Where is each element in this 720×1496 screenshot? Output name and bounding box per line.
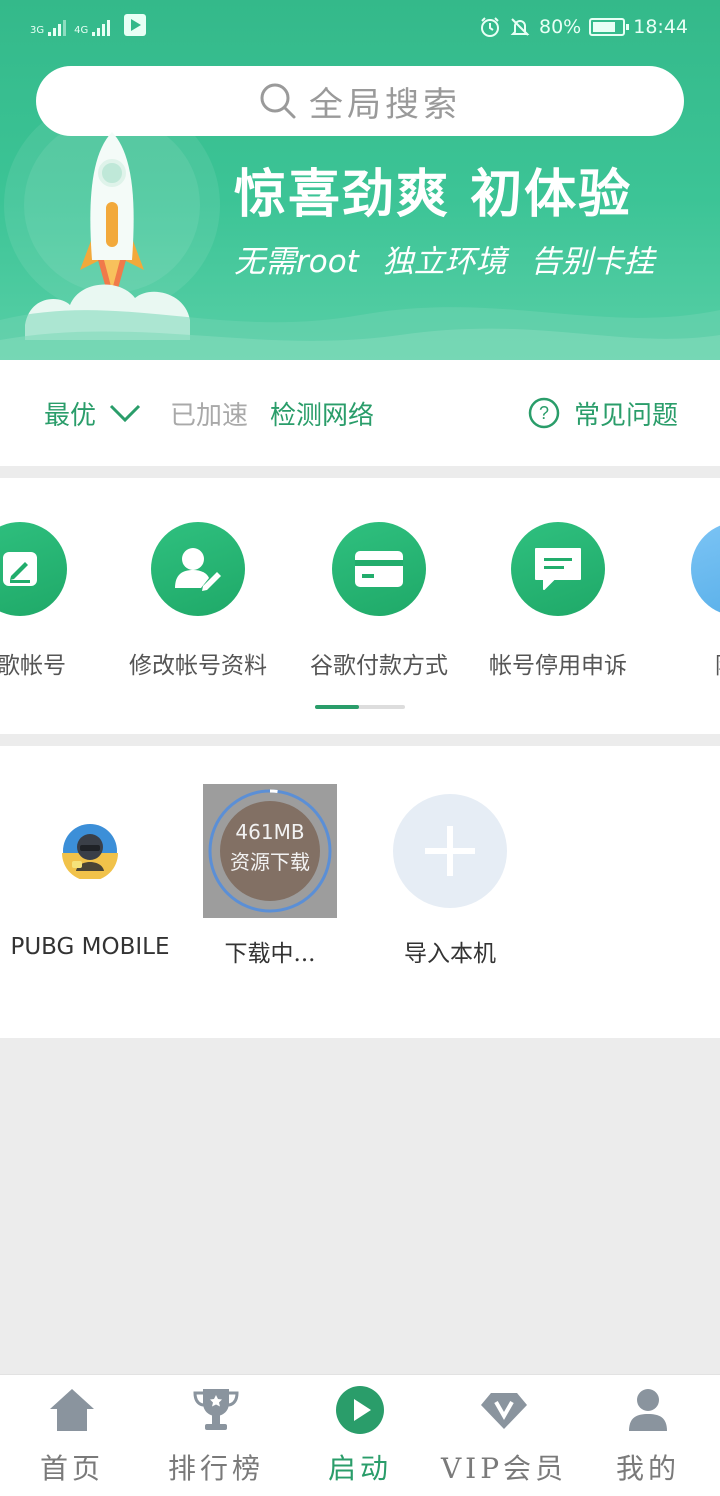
nav-mine[interactable]: 我的 (576, 1375, 720, 1496)
clock: 18:44 (633, 16, 688, 38)
app-label: 下载中... (224, 941, 316, 967)
tool-edit-profile[interactable]: 修改帐号资料 (108, 522, 288, 680)
tool-icon-bg (151, 522, 245, 616)
route-selector[interactable]: 最优 (44, 360, 142, 466)
tool-label: 帐号停用申诉 (489, 653, 627, 679)
download-size: 461MB (235, 820, 305, 844)
user-edit-icon (175, 548, 221, 591)
signal-icon: 3G (30, 20, 67, 36)
tool-label: 隐藏 (715, 646, 720, 680)
message-icon (535, 548, 581, 590)
accel-status: 已加速 (170, 400, 249, 431)
apps-grid: PUBG MOBILE 461MB 资源下载 下载中... 导入本机 (0, 746, 720, 1038)
nav-label: 首页 (39, 1452, 104, 1485)
svg-text:?: ? (539, 403, 549, 423)
nav-label: VIP会员 (440, 1452, 568, 1485)
plus-icon (425, 826, 475, 876)
battery-icon (589, 18, 630, 36)
nav-ranking[interactable]: 排行榜 (144, 1375, 288, 1496)
wave-decoration (0, 307, 720, 360)
tool-label: 谷歌帐号 (0, 653, 66, 679)
battery-percent: 80% (539, 16, 582, 38)
tool-google-account[interactable]: 谷歌帐号 (0, 522, 110, 680)
card-icon (355, 551, 403, 587)
nav-vip[interactable]: VIP会员 (432, 1375, 576, 1496)
tools-carousel[interactable]: 谷歌帐号 修改帐号资料 谷歌付款方式 帐号停用申诉 隐藏 (0, 478, 720, 734)
tool-payment-method[interactable]: 谷歌付款方式 (289, 522, 469, 680)
header-banner: 3G 4G 80% 18:44 全局搜索 惊喜劲爽 初体验 无需root 独立环… (0, 0, 720, 360)
tool-icon-bg (0, 522, 67, 616)
mute-icon (510, 18, 530, 36)
banner-headline: 惊喜劲爽 初体验 (234, 165, 633, 225)
home-icon (50, 1389, 94, 1431)
nav-label: 我的 (615, 1452, 680, 1485)
search-icon (260, 83, 296, 119)
vip-icon (481, 1393, 527, 1429)
app-pubg-mobile[interactable]: PUBG MOBILE (0, 784, 180, 960)
status-bar: 3G 4G 80% 18:44 (0, 0, 720, 58)
play-icon (336, 1386, 384, 1434)
route-label: 最优 (44, 400, 97, 431)
network-bar: 最优 已加速 检测网络 ? 常见问题 (0, 360, 720, 466)
profile-icon (629, 1389, 667, 1431)
import-local-button[interactable]: 导入本机 (360, 784, 540, 968)
tool-hide[interactable]: 隐藏 (648, 522, 720, 680)
edit-icon (3, 552, 37, 586)
download-status: 资源下载 (230, 850, 310, 874)
banner-subline: 无需root 独立环境 告别卡挂 (234, 244, 655, 280)
help-icon: ? (528, 397, 560, 429)
alarm-icon (481, 17, 499, 37)
nav-label: 排行榜 (167, 1452, 264, 1485)
bottom-nav: 首页 排行榜 启动 VIP会员 我的 (0, 1374, 720, 1496)
chevron-down-icon (109, 404, 141, 423)
nav-launch[interactable]: 启动 (288, 1375, 432, 1496)
faq-link[interactable]: ? 常见问题 (528, 360, 678, 466)
carousel-indicator (315, 705, 405, 709)
signal-icon: 4G (74, 20, 111, 36)
check-network-link[interactable]: 检测网络 (270, 395, 374, 432)
trophy-icon (193, 1389, 239, 1430)
app-label: 导入本机 (404, 941, 496, 967)
tool-icon-bg (511, 522, 605, 616)
tool-label: 修改帐号资料 (129, 653, 267, 679)
nav-home[interactable]: 首页 (0, 1375, 144, 1496)
tool-label: 谷歌付款方式 (310, 653, 448, 679)
faq-label: 常见问题 (573, 400, 678, 431)
play-store-icon (124, 14, 147, 36)
search-placeholder: 全局搜索 (309, 84, 461, 125)
nav-label: 启动 (327, 1452, 392, 1485)
app-label: PUBG MOBILE (10, 934, 170, 960)
tool-icon-bg (691, 522, 720, 616)
pubg-app-icon (62, 824, 118, 879)
app-downloading[interactable]: 461MB 资源下载 下载中... (180, 784, 360, 968)
tool-icon-bg (332, 522, 426, 616)
tool-account-appeal[interactable]: 帐号停用申诉 (468, 522, 648, 680)
